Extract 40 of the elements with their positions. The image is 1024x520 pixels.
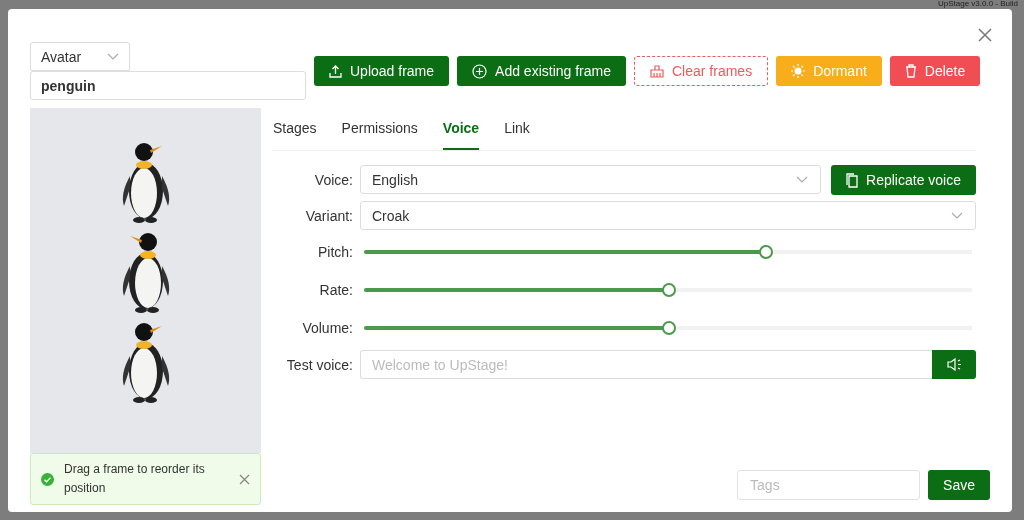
test-voice-input[interactable]: Welcome to UpStage!: [360, 350, 932, 379]
delete-button[interactable]: Delete: [889, 56, 981, 86]
field-label: Test voice:: [285, 356, 353, 373]
slider-thumb[interactable]: [662, 283, 676, 297]
tab[interactable]: Link: [504, 108, 530, 150]
trash-icon: [904, 64, 917, 78]
speaker-button[interactable]: [932, 350, 976, 379]
name-input[interactable]: penguin: [30, 71, 306, 100]
field-label: Rate:: [318, 282, 353, 298]
field-label: Volume:: [301, 320, 353, 336]
clear-button[interactable]: Clear frames: [634, 56, 769, 86]
add-button[interactable]: Add existing frame: [457, 56, 626, 86]
tags-input[interactable]: Tags: [737, 470, 921, 500]
copy-icon: [846, 172, 859, 188]
slider-thumb[interactable]: [759, 245, 774, 259]
field-label: Variant:: [304, 207, 353, 224]
field-label: Voice:: [313, 172, 353, 188]
check-circle-icon: [41, 472, 54, 486]
version-text: UpStage v3.0.0 - Build: [937, 0, 1018, 8]
avatar-type-select[interactable]: Avatar: [30, 42, 130, 71]
upload-button[interactable]: Upload frame: [314, 56, 450, 86]
speaker-icon: [946, 358, 962, 371]
variant-select[interactable]: Croak: [360, 201, 976, 230]
chevron-down-icon: [951, 212, 963, 219]
field-label: Pitch:: [317, 244, 353, 260]
notification-text: Drag a frame to reorder its position: [64, 461, 206, 497]
tab[interactable]: Permissions: [341, 108, 418, 150]
close-icon[interactable]: [239, 473, 250, 485]
replicate-voice-button[interactable]: Replicate voice: [831, 165, 976, 195]
upload-icon: [329, 64, 342, 78]
sun-icon: [791, 64, 806, 78]
chevron-down-icon: [107, 53, 119, 60]
close-icon[interactable]: [976, 26, 994, 44]
tab[interactable]: Stages: [273, 108, 317, 150]
voice-select[interactable]: English: [360, 165, 822, 194]
chevron-down-icon: [796, 176, 809, 183]
plus-circle-icon: [472, 63, 488, 79]
tab[interactable]: Voice: [442, 108, 480, 150]
slider-thumb[interactable]: [662, 321, 676, 335]
save-button[interactable]: Save: [928, 470, 990, 500]
